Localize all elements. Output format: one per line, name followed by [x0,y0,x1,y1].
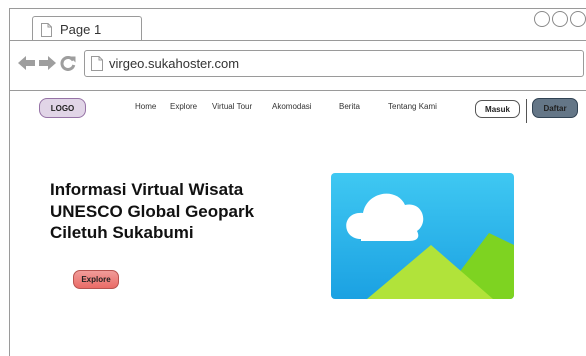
address-bar[interactable]: virgeo.sukahoster.com [84,50,584,77]
page-icon [91,56,103,71]
login-button[interactable]: Masuk [475,100,520,118]
tab-bar-divider [10,40,586,41]
close-circle-icon[interactable] [570,11,586,27]
nav-link-home[interactable]: Home [135,102,156,111]
refresh-icon[interactable] [60,55,76,71]
explore-button[interactable]: Explore [73,270,119,289]
browser-tab[interactable]: Page 1 [32,16,142,41]
nav-link-tentang-kami[interactable]: Tentang Kami [388,102,437,111]
window-controls [534,11,586,27]
browser-window: Page 1 virgeo.sukahoster.com LOGO Home E… [9,8,586,356]
hero-image [331,173,514,299]
nav-link-virtual-tour[interactable]: Virtual Tour [212,102,252,111]
hero-title: Informasi Virtual Wisata UNESCO Global G… [50,180,255,242]
register-button[interactable]: Daftar [532,98,578,118]
url-text[interactable]: virgeo.sukahoster.com [109,56,239,71]
forward-arrow-icon[interactable] [39,56,56,70]
nav-link-akomodasi[interactable]: Akomodasi [272,102,312,111]
nav-link-explore[interactable]: Explore [170,102,197,111]
nav-link-berita[interactable]: Berita [339,102,360,111]
button-divider [526,99,527,123]
back-arrow-icon[interactable] [18,56,35,70]
toolbar-divider [10,90,586,91]
image-placeholder-icon [331,173,514,299]
page-icon [41,23,52,37]
tab-title: Page 1 [60,22,102,37]
site-logo[interactable]: LOGO [39,98,86,118]
minimize-circle-icon[interactable] [534,11,550,27]
navigation-controls [18,55,76,71]
maximize-circle-icon[interactable] [552,11,568,27]
